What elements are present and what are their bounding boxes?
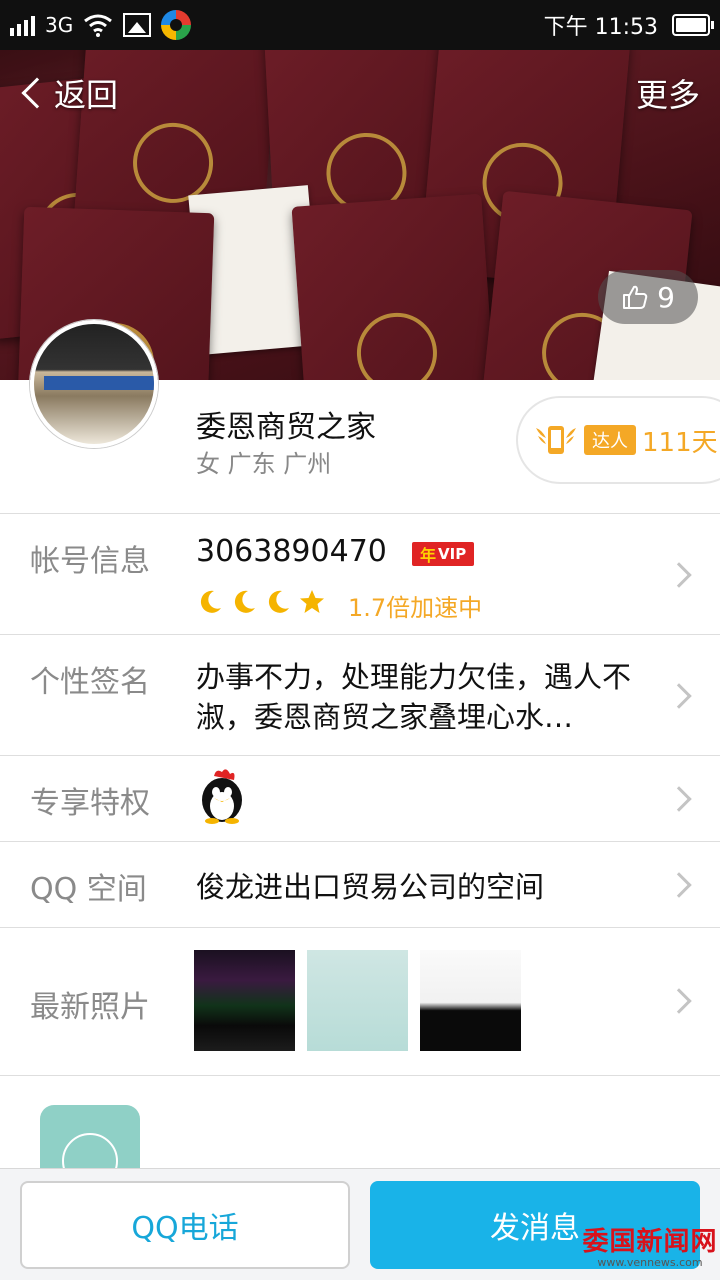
daren-badge[interactable]: 达人 111天 [516,396,720,484]
speed-text: 1.7倍加速中 [348,594,483,622]
photo-thumbnail[interactable] [420,950,521,1051]
like-count: 9 [657,280,675,314]
back-button[interactable]: 返回 [20,70,118,116]
network-type: 3G [45,13,74,37]
moon-icon [268,590,289,613]
top-nav: 返回 更多 [0,70,720,116]
daren-tag: 达人 [584,425,636,455]
gender-location: 女 广东 广州 [196,450,332,478]
image-notification-icon [123,13,152,37]
wifi-icon [84,14,113,37]
vip-text: VIP [438,545,467,563]
signal-icon [10,14,35,36]
qzone-label: QQ 空间 [30,872,147,907]
status-right: 下午 11:53 [543,9,714,41]
level-icons [196,588,326,616]
watermark: 委国新闻网 www.vennews.com [580,1228,720,1270]
year-vip-badge: 年 VIP [412,542,475,566]
chevron-left-icon [21,77,53,109]
photo-thumbnail[interactable] [194,950,295,1051]
watermark-url: www.vennews.com [597,1256,703,1269]
latest-photos-label: 最新照片 [30,990,150,1025]
thumbs-up-icon [623,285,648,309]
qq-number: 3063890470 [196,534,387,569]
moon-icon [200,590,221,613]
vip-year: 年 [420,546,437,565]
daren-days: 111天 [642,427,718,458]
chevron-right-icon [666,683,692,709]
winged-phone-icon [536,426,576,454]
like-button[interactable]: 9 [598,270,698,324]
avatar[interactable] [30,320,158,448]
chevron-right-icon [666,786,692,812]
status-bar: 3G 下午 11:53 [0,0,720,50]
latest-photos-row[interactable]: 最新照片 [0,928,720,1076]
qq-penguin-icon [202,769,242,824]
signature-label: 个性签名 [30,665,150,700]
watermark-title: 委国新闻网 [582,1227,718,1257]
account-info-row[interactable]: 帐号信息 3063890470 年 VIP 1.7倍加速中 [0,514,720,635]
qzone-row[interactable]: QQ 空间 俊龙进出口贸易公司的空间 [0,842,720,928]
privileges-label: 专享特权 [30,786,150,821]
more-button[interactable]: 更多 [636,70,700,116]
back-label: 返回 [54,76,119,114]
battery-icon [672,14,714,36]
star-icon [300,590,324,613]
moon-icon [234,590,255,613]
chevron-right-icon [666,872,692,898]
status-left: 3G [10,10,192,40]
privileges-row[interactable]: 专享特权 [0,756,720,842]
chevron-right-icon [666,988,692,1014]
app-notification-icon [161,10,192,40]
photo-strip [194,950,521,1051]
signature-row[interactable]: 个性签名 办事不力，处理能力欠佳，遇人不淑，委恩商贸之家叠埋心水… [0,635,720,756]
qq-call-button[interactable]: QQ电话 [20,1181,350,1269]
clock: 下午 11:53 [543,15,658,40]
chevron-right-icon [666,562,692,588]
qzone-title: 俊龙进出口贸易公司的空间 [196,870,545,904]
cover-passport [291,193,499,380]
account-info-label: 帐号信息 [30,544,150,579]
photo-thumbnail[interactable] [307,950,408,1051]
nickname: 委恩商贸之家 [196,410,376,445]
signature-text: 办事不力，处理能力欠佳，遇人不淑，委恩商贸之家叠埋心水… [196,660,632,734]
